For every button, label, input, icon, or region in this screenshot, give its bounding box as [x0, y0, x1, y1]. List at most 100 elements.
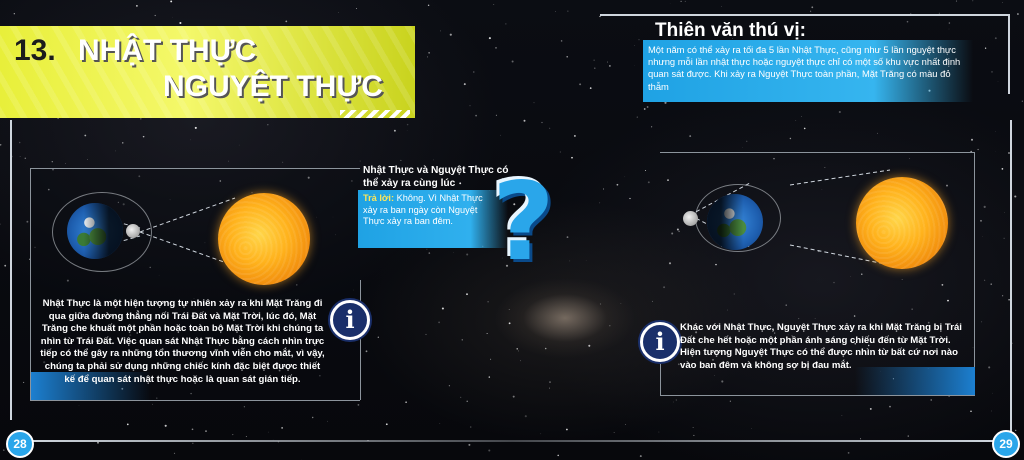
star: [151, 403, 153, 405]
star: [192, 442, 194, 444]
star: [567, 10, 569, 12]
star: [191, 428, 194, 431]
title-line-1: NHẬT THỰC: [78, 34, 257, 67]
star: [838, 110, 841, 114]
star: [493, 3, 495, 5]
star: [801, 116, 802, 117]
star: [488, 449, 491, 452]
star: [449, 33, 452, 36]
star: [795, 120, 797, 121]
sun-left: [218, 193, 310, 285]
star: [438, 321, 440, 324]
star: [327, 420, 328, 422]
star: [24, 157, 27, 160]
star: [995, 131, 996, 132]
star: [990, 410, 992, 412]
star: [889, 405, 891, 408]
star: [1016, 13, 1019, 15]
star: [3, 449, 5, 451]
star: [154, 14, 156, 17]
star: [994, 37, 997, 40]
star: [0, 143, 2, 146]
star: [359, 160, 361, 162]
frame-top-right: [600, 14, 1010, 16]
star: [540, 433, 542, 435]
star: [629, 197, 631, 200]
star: [625, 424, 626, 425]
star: [439, 423, 441, 424]
star: [560, 40, 563, 42]
star: [593, 59, 595, 61]
star: [798, 318, 800, 320]
star: [1002, 2, 1003, 3]
star: [473, 71, 475, 73]
star: [727, 309, 728, 311]
star: [620, 303, 622, 305]
moon-left: [126, 224, 140, 238]
star: [356, 7, 357, 9]
star: [984, 279, 986, 281]
star: [228, 160, 229, 162]
star: [205, 430, 207, 432]
star: [555, 10, 556, 12]
star: [468, 443, 471, 446]
star: [990, 283, 992, 285]
star: [115, 150, 116, 152]
star: [428, 52, 430, 54]
star: [179, 21, 182, 25]
star: [599, 303, 602, 305]
star: [814, 318, 816, 319]
star: [947, 299, 949, 302]
star: [487, 301, 489, 303]
star: [65, 163, 67, 165]
star: [523, 119, 526, 122]
star: [692, 427, 694, 428]
star: [427, 4, 430, 7]
star: [672, 401, 674, 403]
page-number-left: 28: [6, 430, 34, 458]
star: [511, 60, 514, 63]
page-number-right: 29: [992, 430, 1020, 458]
star: [311, 416, 314, 419]
star: [285, 20, 288, 23]
star: [971, 138, 973, 141]
star: [400, 159, 402, 161]
star: [907, 435, 909, 437]
star: [51, 161, 53, 163]
star: [566, 428, 568, 431]
star: [646, 106, 649, 108]
star: [232, 434, 234, 436]
right-panel-bottom-line: [660, 395, 975, 396]
star: [139, 117, 142, 120]
star: [809, 10, 812, 12]
star: [639, 455, 642, 458]
star: [609, 65, 611, 67]
star: [516, 348, 518, 350]
star: [841, 414, 843, 416]
star: [533, 102, 535, 104]
star: [664, 101, 667, 104]
right-panel-top-line: [660, 152, 974, 153]
star: [847, 452, 850, 454]
earth-shadow-right: [707, 194, 763, 250]
star: [609, 324, 611, 327]
star: [490, 358, 492, 360]
star: [869, 407, 872, 410]
star: [853, 315, 856, 317]
star: [19, 156, 21, 157]
star: [267, 124, 269, 126]
star: [729, 400, 731, 402]
frame-left: [10, 120, 12, 420]
star: [87, 158, 89, 160]
star: [645, 170, 647, 171]
star: [634, 45, 635, 46]
earth-shadow-left: [67, 203, 123, 259]
frame-bottom: [30, 440, 994, 442]
star: [970, 410, 972, 413]
star: [505, 23, 507, 25]
star: [643, 108, 646, 110]
star: [84, 134, 87, 137]
star: [714, 375, 715, 376]
question-mark-icon: ?: [492, 160, 555, 285]
star: [126, 423, 129, 426]
